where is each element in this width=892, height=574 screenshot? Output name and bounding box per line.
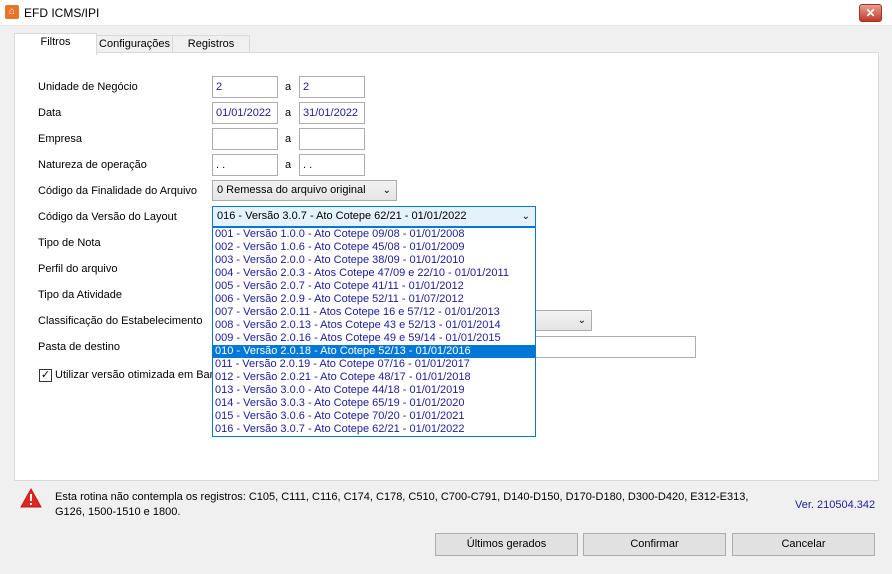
chevron-down-icon: ⌄ [382, 185, 391, 196]
range-separator: a [285, 159, 292, 171]
versao-option[interactable]: 010 - Versão 2.0.18 - Ato Cotepe 52/13 -… [213, 345, 535, 358]
versao-option[interactable]: 001 - Versão 1.0.0 - Ato Cotepe 09/08 - … [213, 228, 535, 241]
confirmar-button[interactable]: Confirmar [583, 533, 726, 556]
empresa-from-input[interactable] [212, 128, 278, 150]
versao-value: 016 - Versão 3.0.7 - Ato Cotepe 62/21 - … [217, 210, 467, 222]
tipo-atividade-label: Tipo da Atividade [38, 289, 122, 301]
versao-select[interactable]: 016 - Versão 3.0.7 - Ato Cotepe 62/21 - … [212, 206, 536, 227]
natureza-to-input[interactable]: . . [299, 154, 365, 176]
close-button[interactable]: ✕ [859, 4, 882, 22]
range-separator: a [285, 107, 292, 119]
range-separator: a [285, 81, 292, 93]
unidade-to-input[interactable]: 2 [299, 76, 365, 98]
versao-option[interactable]: 009 - Versão 2.0.16 - Atos Cotepe 49 e 5… [213, 332, 535, 345]
tab-filtros[interactable]: Filtros [14, 33, 97, 55]
versao-option[interactable]: 012 - Versão 2.0.21 - Ato Cotepe 48/17 -… [213, 371, 535, 384]
finalidade-select[interactable]: 0 Remessa do arquivo original ⌄ [212, 180, 397, 201]
versao-option[interactable]: 015 - Versão 3.0.6 - Ato Cotepe 70/20 - … [213, 410, 535, 423]
data-from-input[interactable]: 01/01/2022 [212, 102, 278, 124]
versao-option[interactable]: 002 - Versão 1.0.6 - Ato Cotepe 45/08 - … [213, 241, 535, 254]
versao-label: Código da Versão do Layout [38, 211, 177, 223]
otimizada-checkbox[interactable]: ✓ [39, 369, 52, 382]
versao-option[interactable]: 003 - Versão 2.0.0 - Ato Cotepe 38/09 - … [213, 254, 535, 267]
title-bar: ⌂ EFD ICMS/IPI ✕ [0, 0, 892, 26]
tipo-nota-label: Tipo de Nota [38, 237, 101, 249]
versao-option[interactable]: 013 - Versão 3.0.0 - Ato Cotepe 44/18 - … [213, 384, 535, 397]
versao-option[interactable]: 008 - Versão 2.0.13 - Atos Cotepe 43 e 5… [213, 319, 535, 332]
data-to-input[interactable]: 31/01/2022 [299, 102, 365, 124]
finalidade-label: Código da Finalidade do Arquivo [38, 185, 198, 197]
versao-option[interactable]: 016 - Versão 3.0.7 - Ato Cotepe 62/21 - … [213, 423, 535, 436]
cancelar-button[interactable]: Cancelar [732, 533, 875, 556]
versao-option[interactable]: 014 - Versão 3.0.3 - Ato Cotepe 65/19 - … [213, 397, 535, 410]
versao-dropdown-list[interactable]: 001 - Versão 1.0.0 - Ato Cotepe 09/08 - … [212, 227, 536, 437]
chevron-down-icon: ⌄ [577, 315, 586, 326]
empresa-to-input[interactable] [299, 128, 365, 150]
finalidade-value: 0 Remessa do arquivo original [217, 184, 366, 196]
perfil-label: Perfil do arquivo [38, 263, 118, 275]
versao-option[interactable]: 005 - Versão 2.0.7 - Ato Cotepe 41/11 - … [213, 280, 535, 293]
versao-option[interactable]: 011 - Versão 2.0.19 - Ato Cotepe 07/16 -… [213, 358, 535, 371]
otimizada-label: Utilizar versão otimizada em Banc [55, 369, 222, 381]
versao-option[interactable]: 004 - Versão 2.0.3 - Atos Cotepe 47/09 e… [213, 267, 535, 280]
data-label: Data [38, 107, 62, 119]
window-title: EFD ICMS/IPI [24, 6, 100, 20]
versao-option[interactable]: 006 - Versão 2.0.9 - Ato Cotepe 52/11 - … [213, 293, 535, 306]
app-icon: ⌂ [5, 5, 19, 19]
unidade-from-input[interactable]: 2 [212, 76, 278, 98]
version-label: Ver. 210504.342 [795, 499, 876, 511]
empresa-label: Empresa [38, 133, 83, 145]
warning-icon [20, 488, 42, 508]
pasta-label: Pasta de destino [38, 341, 120, 353]
classificacao-label: Classificação do Estabelecimento [38, 315, 203, 327]
ultimos-gerados-button[interactable]: Últimos gerados [435, 533, 578, 556]
versao-option[interactable]: 007 - Versão 2.0.11 - Atos Cotepe 16 e 5… [213, 306, 535, 319]
range-separator: a [285, 133, 292, 145]
natureza-label: Natureza de operação [38, 159, 147, 171]
natureza-from-input[interactable]: . . [212, 154, 278, 176]
unidade-label: Unidade de Negócio [38, 81, 138, 93]
chevron-down-icon: ⌄ [521, 211, 530, 222]
warning-message: Esta rotina não contempla os registros: … [55, 491, 749, 518]
